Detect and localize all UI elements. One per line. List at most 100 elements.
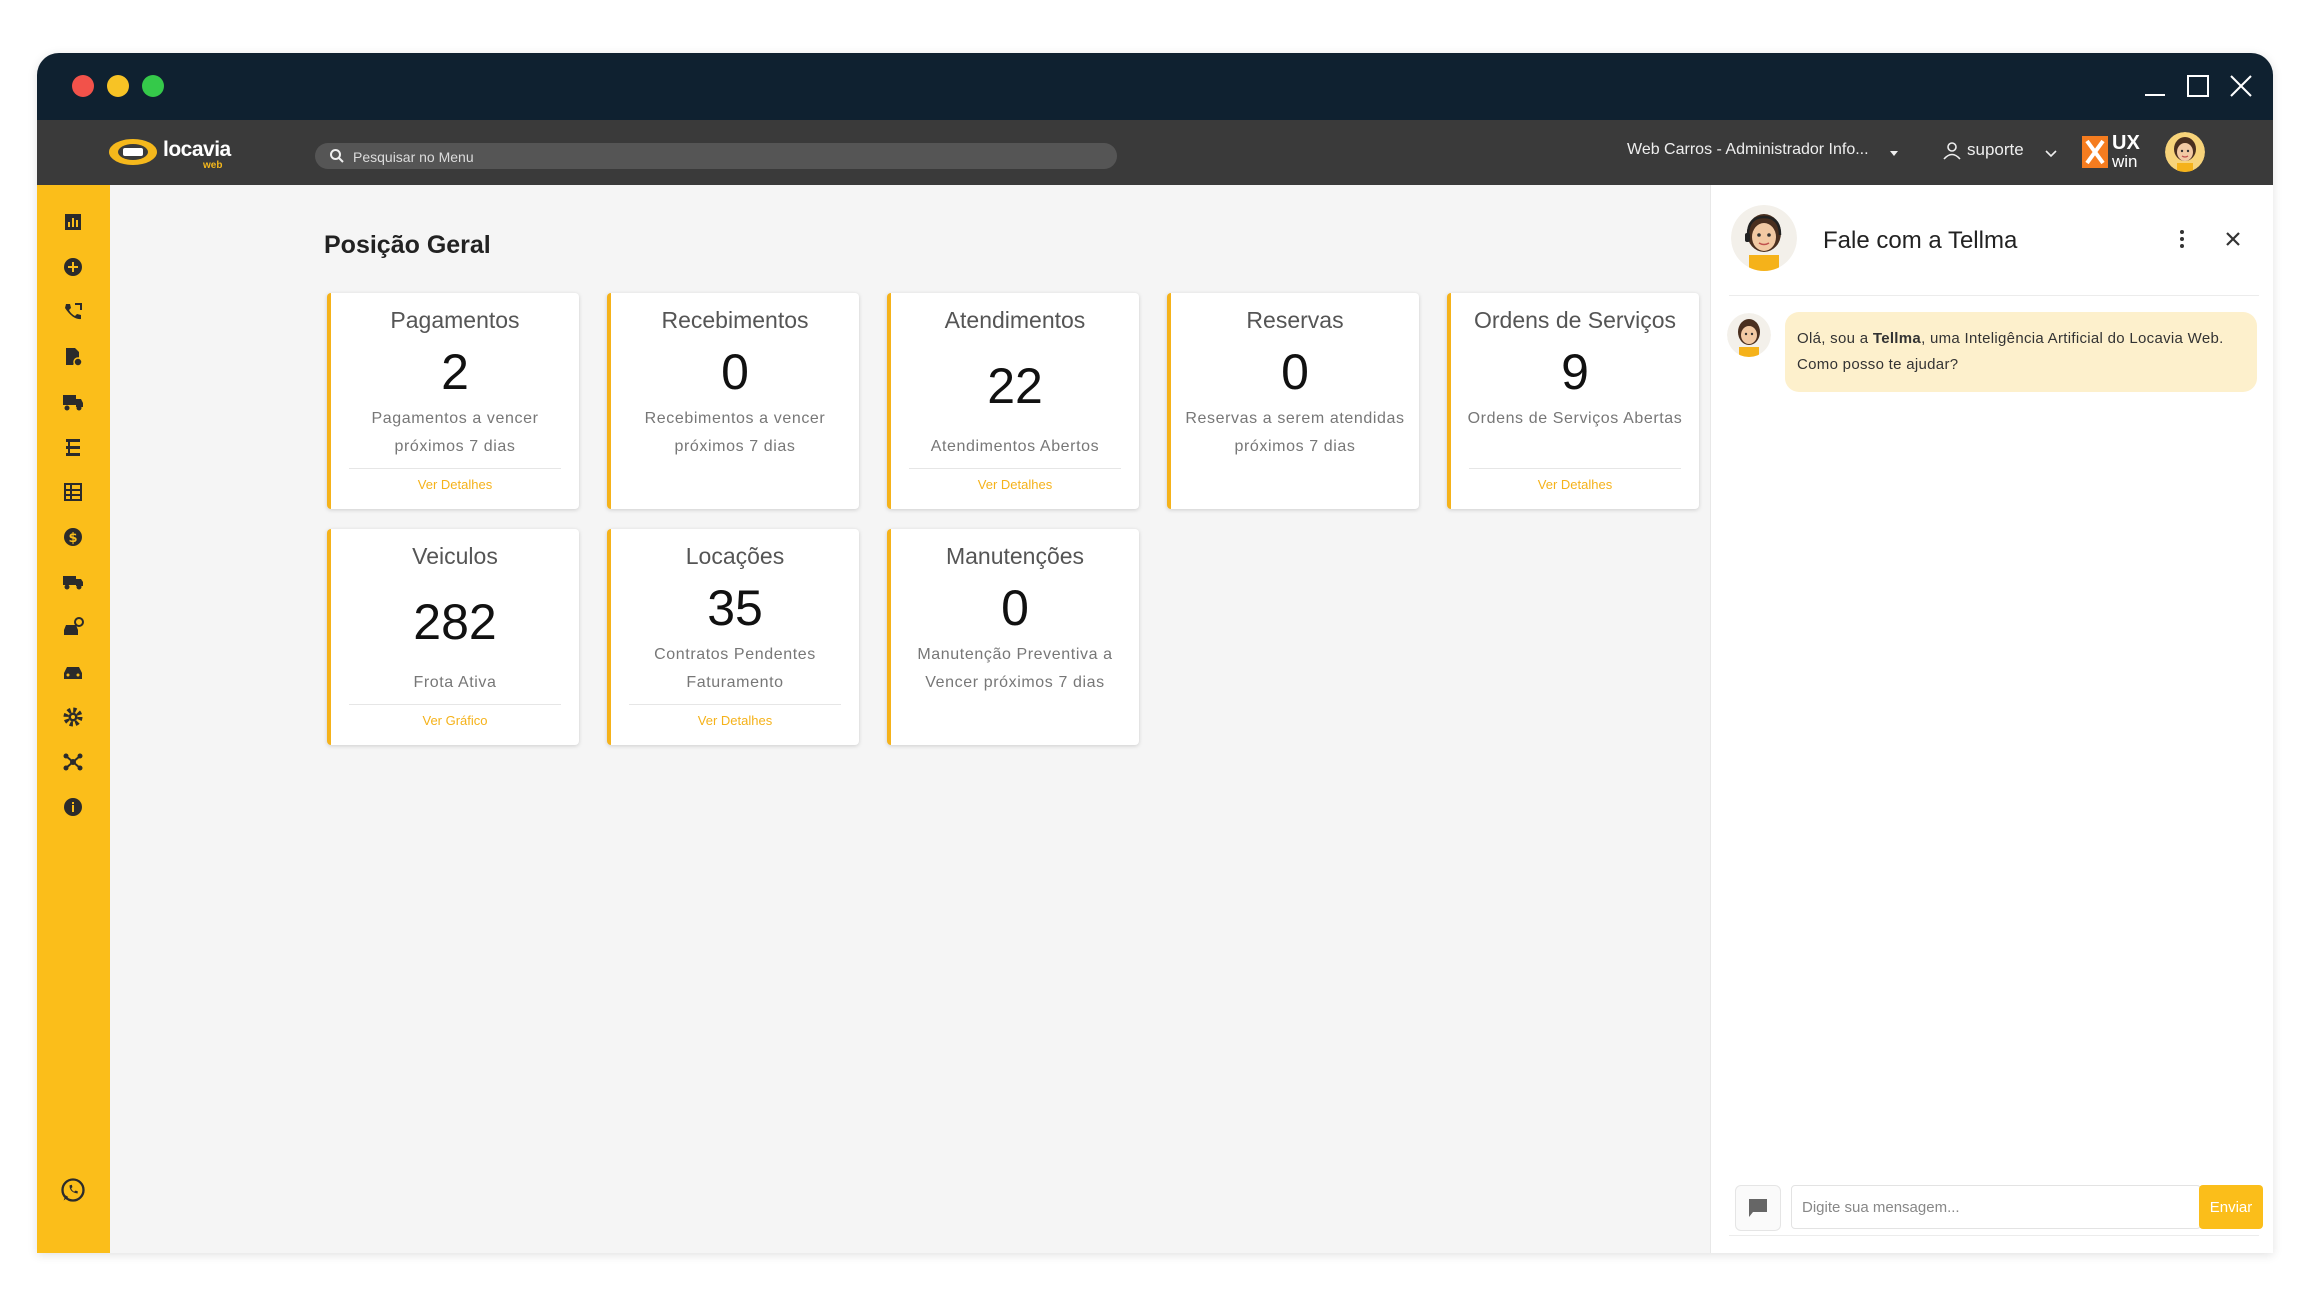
close-icon[interactable] [2220, 65, 2262, 107]
gear-icon[interactable] [61, 705, 85, 729]
card-title: Reservas [1246, 307, 1344, 333]
user-avatar[interactable] [2165, 132, 2205, 172]
card-chart-link[interactable]: Ver Gráfico [331, 713, 579, 728]
card-value: 0 [1001, 580, 1029, 636]
card-details-link[interactable]: Ver Detalhes [1451, 477, 1699, 492]
app-window: locavia web Web Carros - Administrador I… [37, 53, 2273, 1253]
card-divider [629, 704, 841, 705]
card-divider [909, 468, 1121, 469]
chat-attachment-button[interactable] [1735, 1185, 1781, 1231]
card-description: Manutenção Preventiva a Vencer próximos … [917, 646, 1113, 691]
maximize-icon[interactable] [2177, 65, 2219, 107]
main-content: Posição Geral Pagamentos 2 Pagamentos a … [110, 185, 1710, 1253]
card-value: 2 [441, 344, 469, 400]
card-description: Recebimentos a vencer próximos 7 dias [644, 410, 826, 455]
search-input[interactable] [351, 143, 1095, 171]
uxwin-logo[interactable]: UX win [2082, 130, 2146, 174]
close-icon[interactable] [2219, 225, 2247, 253]
info-icon[interactable] [61, 795, 85, 819]
card-veiculos[interactable]: Veiculos 282 Frota Ativa Ver Gráfico [327, 529, 579, 745]
delivery-truck-icon[interactable] [61, 390, 85, 414]
message-prefix: Olá, sou a [1797, 330, 1873, 347]
card-pagamentos[interactable]: Pagamentos 2 Pagamentos a vencer próximo… [327, 293, 579, 509]
chevron-down-icon[interactable] [2044, 146, 2058, 160]
card-details-link[interactable]: Ver Detalhes [891, 477, 1139, 492]
card-value: 0 [1281, 344, 1309, 400]
chat-bubble-icon [1749, 1199, 1767, 1217]
message-avatar [1727, 313, 1771, 357]
dashboard-icon[interactable] [61, 210, 85, 234]
card-value: 35 [707, 580, 763, 636]
chat-title: Fale com a Tellma [1823, 227, 2018, 254]
minimize-dot[interactable] [107, 75, 129, 97]
card-details-link[interactable]: Ver Detalhes [611, 713, 859, 728]
card-ordens-de-servicos[interactable]: Ordens de Serviços 9 Ordens de Serviços … [1447, 293, 1699, 509]
page-title: Posição Geral [324, 231, 491, 259]
more-vertical-icon[interactable] [2168, 225, 2196, 253]
card-recebimentos[interactable]: Recebimentos 0 Recebimentos a vencer pró… [607, 293, 859, 509]
chat-footer-divider [1729, 1235, 2259, 1236]
logo-subtext: web [203, 160, 223, 171]
chat-message-input[interactable] [1791, 1185, 2201, 1229]
road-icon[interactable] [61, 435, 85, 459]
card-title: Pagamentos [390, 307, 520, 333]
uxwin-win-text: win [2112, 152, 2138, 171]
card-description: Contratos Pendentes Faturamento [654, 646, 816, 691]
card-title: Locações [685, 543, 785, 569]
company-selector[interactable]: Web Carros - Administrador Info... [1627, 141, 1869, 159]
close-dot[interactable] [72, 75, 94, 97]
card-value: 9 [1561, 344, 1589, 400]
truck-icon[interactable] [61, 570, 85, 594]
phone-icon[interactable] [61, 300, 85, 324]
card-description: Ordens de Serviços Abertas [1467, 410, 1683, 427]
minimize-icon[interactable] [2134, 65, 2176, 107]
chat-panel: Fale com a Tellma Olá, sou a Tellma, uma… [1710, 185, 2273, 1253]
network-icon[interactable] [61, 750, 85, 774]
card-description: Atendimentos Abertos [930, 438, 1100, 455]
car-wash-icon[interactable] [61, 615, 85, 639]
caret-down-icon[interactable] [1887, 146, 1901, 160]
card-title: Recebimentos [661, 307, 809, 333]
card-description: Frota Ativa [413, 674, 497, 691]
tellma-avatar [1731, 205, 1797, 271]
whatsapp-icon[interactable] [59, 1176, 87, 1204]
sidebar: $ [37, 185, 110, 1253]
card-atendimentos[interactable]: Atendimentos 22 Atendimentos Abertos Ver… [887, 293, 1139, 509]
user-icon [1943, 142, 1961, 160]
card-reservas[interactable]: Reservas 0 Reservas a serem atendidas pr… [1167, 293, 1419, 509]
card-locacoes[interactable]: Locações 35 Contratos Pendentes Faturame… [607, 529, 859, 745]
window-titlebar [37, 53, 2273, 120]
logo-text: locavia [163, 138, 231, 161]
card-manutencoes[interactable]: Manutenções 0 Manutenção Preventiva a Ve… [887, 529, 1139, 745]
add-circle-icon[interactable] [61, 255, 85, 279]
card-details-link[interactable]: Ver Detalhes [331, 477, 579, 492]
document-settings-icon[interactable] [61, 345, 85, 369]
user-menu[interactable]: suporte [1967, 140, 2024, 160]
message-name: Tellma [1872, 330, 1922, 347]
card-title: Manutenções [945, 543, 1085, 569]
svg-text:$: $ [68, 531, 77, 546]
app-header: locavia web Web Carros - Administrador I… [37, 120, 2273, 185]
dollar-icon[interactable]: $ [61, 525, 85, 549]
locavia-logo[interactable]: locavia web [107, 132, 247, 172]
locavia-logo-icon [109, 139, 157, 165]
send-button[interactable]: Enviar [2199, 1185, 2263, 1229]
card-divider [349, 704, 561, 705]
card-divider [1469, 468, 1681, 469]
zoom-dot[interactable] [142, 75, 164, 97]
search-icon [330, 149, 344, 163]
card-title: Veiculos [412, 543, 498, 569]
menu-search[interactable] [315, 143, 1117, 171]
chat-message: Olá, sou a Tellma, uma Inteligência Arti… [1785, 312, 2257, 392]
card-value: 0 [721, 344, 749, 400]
card-value: 22 [987, 358, 1043, 414]
chat-divider [1729, 295, 2259, 296]
card-title: Atendimentos [944, 307, 1086, 333]
card-description: Reservas a serem atendidas próximos 7 di… [1185, 410, 1405, 455]
card-value: 282 [413, 594, 497, 650]
card-description: Pagamentos a vencer próximos 7 dias [371, 410, 539, 455]
card-title: Ordens de Serviços [1474, 307, 1676, 333]
uxwin-mark-icon [2082, 136, 2108, 168]
table-icon[interactable] [61, 480, 85, 504]
car-icon[interactable] [61, 660, 85, 684]
